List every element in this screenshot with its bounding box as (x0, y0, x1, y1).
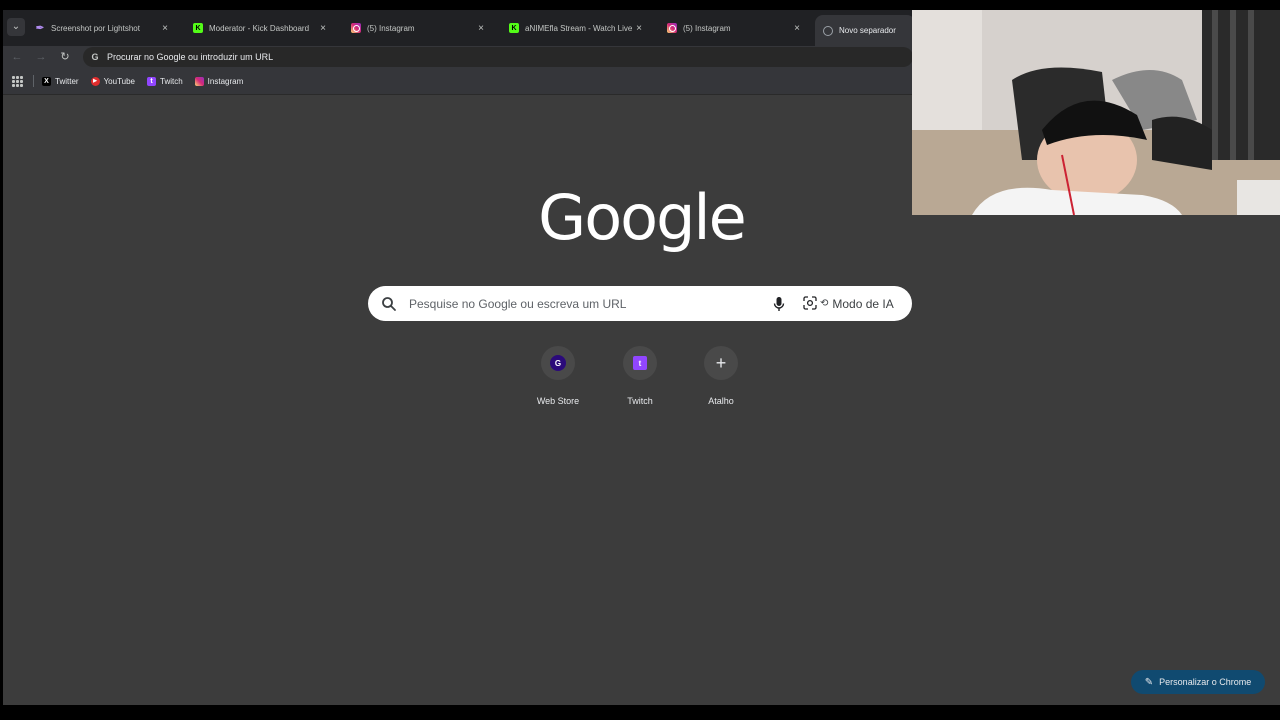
instagram-icon (667, 23, 677, 33)
shortcut-label: Atalho (708, 396, 734, 406)
ai-mode-label: Modo de IA (832, 296, 894, 311)
bookmark-label: YouTube (103, 76, 135, 86)
bookmark-youtube[interactable]: ▶ YouTube (90, 76, 135, 86)
webcam-overlay (912, 10, 1280, 215)
shortcut-tile: + (704, 346, 738, 380)
tab-title: aNIMEfla Stream - Watch Live o (525, 23, 633, 33)
tab-new-tab[interactable]: Novo separador (815, 15, 915, 46)
reload-button[interactable]: ↻ (57, 49, 73, 65)
tab-title: Novo separador (839, 26, 896, 35)
close-icon[interactable]: × (317, 23, 329, 34)
bookmark-label: Twitter (55, 76, 79, 86)
shortcut-add[interactable]: + Atalho (681, 346, 761, 406)
forward-button[interactable]: → (33, 49, 49, 65)
youtube-icon: ▶ (90, 76, 100, 86)
instagram-icon (194, 76, 204, 86)
chrome-globe-icon (823, 25, 833, 36)
search-input[interactable] (407, 295, 751, 312)
tab-title: Screenshot por Lightshot (51, 23, 140, 33)
shortcut-twitch[interactable]: t Twitch (600, 346, 680, 406)
twitch-icon: t (633, 356, 647, 370)
tab-kick-dashboard[interactable]: K Moderator - Kick Dashboard × (185, 15, 335, 41)
bookmark-instagram[interactable]: Instagram (194, 76, 244, 86)
bookmark-twitch[interactable]: t Twitch (147, 76, 183, 86)
kick-icon: K (193, 23, 203, 33)
pencil-icon: ✎ (1144, 676, 1154, 688)
search-box[interactable]: ⟲ Modo de IA (368, 286, 912, 321)
apps-grid-icon[interactable] (9, 73, 25, 89)
close-icon[interactable]: × (159, 23, 171, 34)
customize-chrome-button[interactable]: ✎ Personalizar o Chrome (1131, 670, 1265, 694)
twitch-icon: t (147, 76, 156, 86)
address-bar[interactable]: G Procurar no Google ou introduzir um UR… (83, 47, 913, 67)
webcam-feed-image (912, 10, 1280, 215)
close-icon[interactable]: × (791, 23, 803, 34)
web-store-icon: G (550, 355, 566, 371)
shortcut-tile: t (623, 346, 657, 380)
ai-mode-icon: ⟲ (820, 298, 829, 309)
x-icon: X (42, 76, 51, 86)
tab-title: Moderator - Kick Dashboard (209, 23, 310, 33)
google-lens-icon[interactable] (803, 296, 817, 310)
customize-chrome-label: Personalizar o Chrome (1159, 677, 1252, 687)
close-icon[interactable]: × (633, 23, 645, 34)
bookmarks-divider (33, 75, 34, 87)
bookmark-label: Twitch (160, 76, 183, 86)
address-bar-text: Procurar no Google ou introduzir um URL (107, 52, 274, 62)
tab-search-button[interactable]: ⌄ (7, 18, 25, 36)
bookmark-twitter[interactable]: X Twitter (42, 76, 79, 86)
tab-lightshot[interactable]: ✒ Screenshot por Lightshot × (27, 15, 177, 41)
lightshot-feather-icon: ✒ (35, 22, 45, 34)
shortcut-web-store[interactable]: G Web Store (518, 346, 598, 406)
bookmark-label: Instagram (207, 76, 244, 86)
tab-title: (5) Instagram (683, 23, 731, 33)
google-g-icon: G (91, 52, 99, 62)
instagram-icon (351, 23, 361, 33)
shortcut-label: Twitch (627, 396, 653, 406)
back-button[interactable]: ← (9, 49, 25, 65)
shortcut-label: Web Store (536, 396, 580, 406)
tab-animefla-stream[interactable]: K aNIMEfla Stream - Watch Live o × (501, 15, 651, 41)
plus-icon: + (715, 353, 727, 373)
microphone-icon[interactable] (772, 296, 786, 312)
tab-instagram-1[interactable]: (5) Instagram × (343, 15, 493, 41)
kick-icon: K (509, 23, 519, 33)
close-icon[interactable]: × (475, 23, 487, 34)
shortcut-tile: G (541, 346, 575, 380)
ai-mode-button[interactable]: ⟲ Modo de IA (820, 286, 910, 321)
search-icon (382, 296, 396, 311)
tab-instagram-2[interactable]: (5) Instagram × (659, 15, 809, 41)
tab-title: (5) Instagram (367, 23, 415, 33)
